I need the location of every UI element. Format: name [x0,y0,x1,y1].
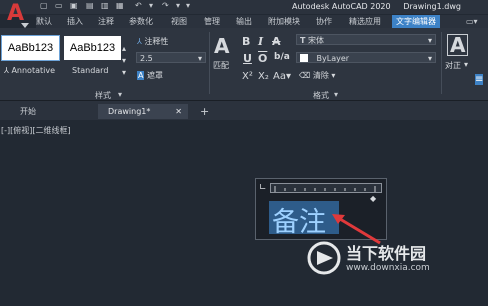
watermark-url: www.downxia.com [346,263,430,273]
viewport-controls[interactable]: [-][俯视][二维线框] [1,125,71,136]
tab-addins[interactable]: 附加模块 [268,15,300,28]
tab-insert[interactable]: 插入 [67,15,83,28]
watermark-logo-icon [307,241,341,275]
resize-handle-icon[interactable]: ◆ [370,194,376,203]
color-dropdown[interactable]: ByLayer ▾ [296,52,436,63]
format-panel-label: 格式 [313,91,329,100]
tab-annotate[interactable]: 注释 [98,15,114,28]
tab-text-editor[interactable]: 文字编辑器 [392,15,440,28]
truetype-font-icon: T [300,36,306,45]
mtext-content[interactable]: 备注 [272,200,326,239]
annotative-toggle[interactable]: ⅄ 注释性 [137,36,168,47]
document-tabs: 开始 Drawing1* ✕ + [0,101,488,120]
annotative-toggle-icon: ⅄ [137,37,142,46]
tab-output[interactable]: 输出 [236,15,252,28]
tab-stop-icon[interactable]: ∟ [259,183,267,193]
tab-collaborate[interactable]: 协作 [316,15,332,28]
customize-qat-icon[interactable]: ▾ [186,1,190,12]
title-bar: A ▢ ▭ ▣ ▤ ▥ ▦ ↶ ▾ ↷ ▾ ▾ Autodesk AutoCAD… [0,0,488,28]
stack-icon[interactable]: b/a [274,52,290,62]
save-icon[interactable]: ▣ [70,1,78,12]
subscript-icon[interactable]: X₂ [258,71,269,82]
overline-icon[interactable]: O [258,52,267,65]
document-title: Drawing1.dwg [403,2,461,11]
plot-icon[interactable]: ▦ [116,1,124,12]
mask-icon: A [137,71,145,80]
justification-icon[interactable]: A [447,34,469,56]
undo-icon[interactable]: ↶ [135,1,142,12]
open-file-icon[interactable]: ▭ [55,1,63,12]
underline-icon[interactable]: U [243,52,252,65]
color-swatch [300,54,308,62]
app-title: Autodesk AutoCAD 2020 [292,2,391,11]
italic-icon[interactable]: I [258,35,263,48]
chevron-down-icon: ▾ [427,54,432,63]
panel-divider [441,32,442,94]
style-panel-expand-icon[interactable]: ▾ [118,90,122,99]
redo-icon[interactable]: ↷ [162,1,169,12]
tab-parametric[interactable]: 参数化 [129,15,153,28]
style-gallery-scroll-down-icon[interactable]: ▾ [122,56,126,65]
mask-button[interactable]: A 遮罩 [137,70,163,81]
text-ruler[interactable] [270,183,382,193]
eraser-icon: ⌫ [299,71,311,80]
chevron-down-icon: ▾ [331,71,336,80]
style-annotative-sample: AaBb123 [7,42,54,54]
tab-featured-apps[interactable]: 精选应用 [349,15,381,28]
redo-dropdown-icon[interactable]: ▾ [176,1,180,12]
style-annotative-swatch[interactable]: AaBb123 [1,35,60,61]
style-annotative-label: ⅄ Annotative [4,66,55,75]
tab-manage[interactable]: 管理 [204,15,220,28]
new-file-icon[interactable]: ▢ [40,1,48,12]
justification-label: 对正 [445,61,461,70]
ribbon-tabs: 默认 插入 注释 参数化 视图 管理 输出 附加模块 协作 精选应用 文字编辑器… [36,15,488,28]
clear-button[interactable]: ⌫ 清除 ▾ [299,70,335,81]
strikethrough-icon[interactable]: A [272,35,281,48]
text-height-dropdown[interactable]: 2.5 ▾ [136,52,206,63]
paragraph-list-icon[interactable]: ≡ [475,74,484,85]
change-case-icon[interactable]: Aa▾ [273,71,291,82]
bold-icon[interactable]: B [242,35,250,48]
style-standard-swatch[interactable]: AaBb123 [64,36,121,60]
tab-default[interactable]: 默认 [36,15,52,28]
chevron-down-icon: ▾ [427,36,432,45]
print-icon[interactable]: ▥ [101,1,109,12]
chevron-down-icon: ▾ [197,54,202,63]
ruler-ticks [274,186,376,192]
watermark-text: 当下软件园 [346,244,427,263]
window-title: Autodesk AutoCAD 2020 Drawing1.dwg [292,2,461,11]
start-tab[interactable]: 开始 [20,104,36,119]
close-tab-icon[interactable]: ✕ [175,104,182,119]
save-as-icon[interactable]: ▤ [86,1,94,12]
new-tab-button[interactable]: + [200,104,209,119]
style-panel-label: 样式 [95,91,111,100]
tab-view[interactable]: 视图 [171,15,187,28]
drawing1-tab[interactable]: Drawing1* ✕ [98,104,188,119]
annotative-icon: ⅄ [4,66,9,75]
match-properties-icon[interactable]: A [214,34,229,58]
style-gallery-scroll-up-icon[interactable]: ▴ [122,44,126,53]
chevron-down-icon[interactable]: ▾ [464,60,468,69]
style-gallery-expand-icon[interactable]: ▾ [122,68,126,77]
match-properties-label: 匹配 [213,61,229,70]
style-standard-sample: AaBb123 [69,42,116,54]
style-standard-label: Standard [72,66,109,75]
ribbon: AaBb123 ⅄ Annotative AaBb123 Standard ▴ … [0,28,488,101]
font-dropdown[interactable]: T 宋体 ▾ [296,34,436,45]
undo-dropdown-icon[interactable]: ▾ [149,1,153,12]
ribbon-display-toggle-icon[interactable]: ▭▾ [466,15,478,28]
autocad-logo[interactable]: A [3,1,33,29]
format-panel-expand-icon[interactable]: ▾ [334,90,338,99]
panel-divider [209,32,210,94]
superscript-icon[interactable]: X² [242,71,253,82]
